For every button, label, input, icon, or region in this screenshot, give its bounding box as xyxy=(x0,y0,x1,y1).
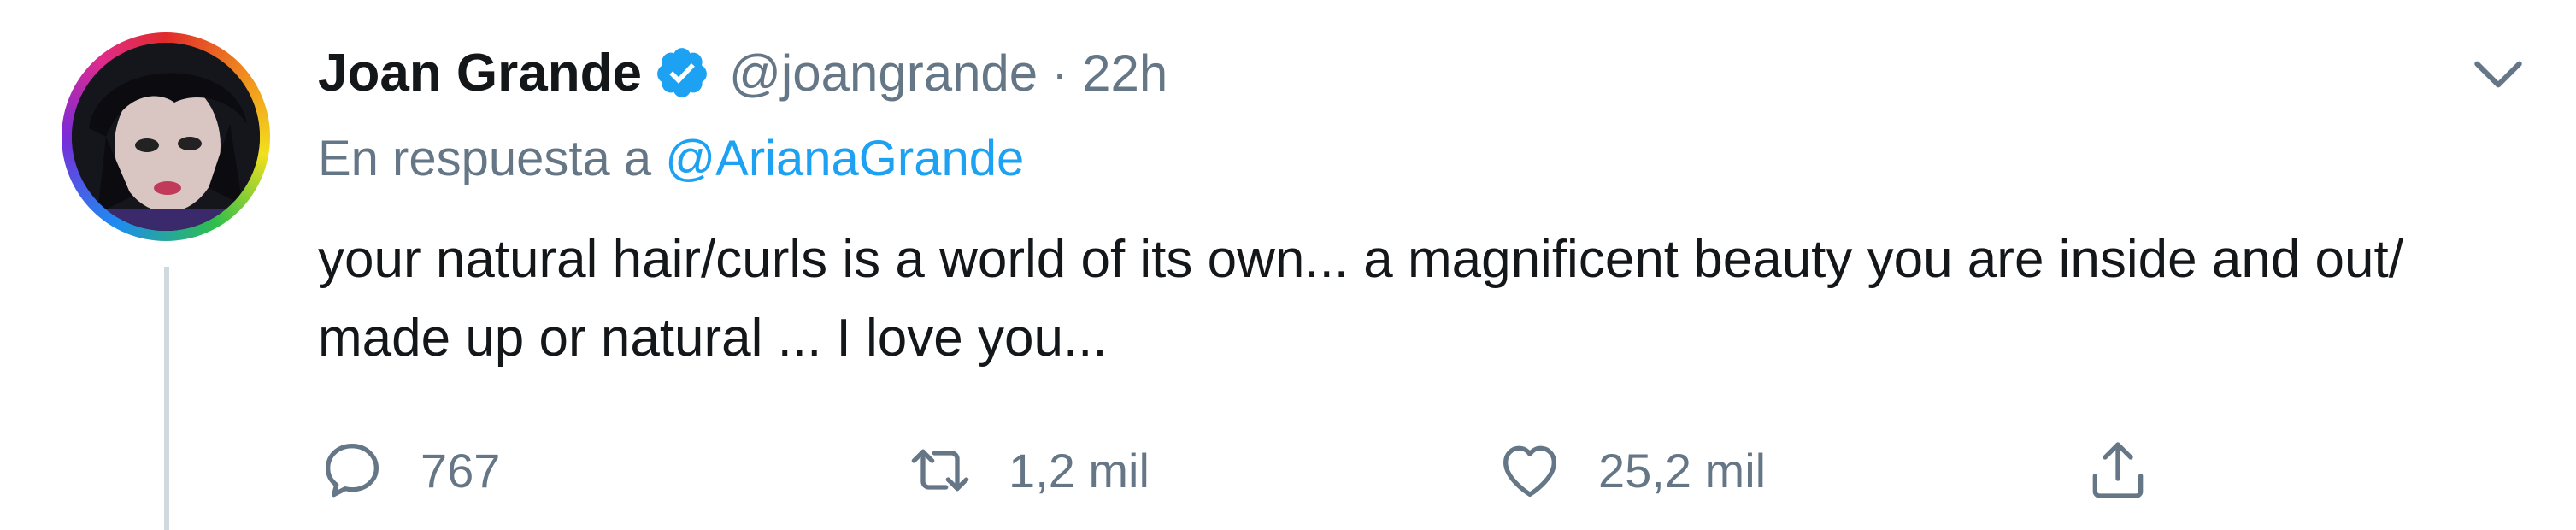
like-count: 25,2 mil xyxy=(1598,443,1767,498)
chevron-down-icon[interactable] xyxy=(2467,43,2530,106)
tweet-actions: 767 1,2 mil 25,2 mil xyxy=(318,427,2369,513)
like-button[interactable]: 25,2 mil xyxy=(1496,427,1766,513)
author-handle[interactable]: @joangrande xyxy=(729,44,1038,103)
avatar[interactable] xyxy=(62,32,270,241)
separator-dot: · xyxy=(1051,44,1069,102)
tweet-text: your natural hair/curls is a world of it… xyxy=(318,230,2403,368)
avatar-image xyxy=(72,43,260,231)
share-icon xyxy=(2092,442,2144,498)
like-icon xyxy=(1503,445,1556,497)
thread-line xyxy=(164,267,169,530)
share-button[interactable] xyxy=(2084,427,2152,513)
reply-context: En respuesta a @ArianaGrande xyxy=(318,130,1024,187)
tweet-time[interactable]: 22h xyxy=(1082,44,1167,103)
retweet-count: 1,2 mil xyxy=(1009,443,1150,498)
retweet-button[interactable]: 1,2 mil xyxy=(906,427,1150,513)
reply-prefix: En respuesta a xyxy=(318,131,652,186)
retweet-icon xyxy=(911,449,969,492)
tweet-header: Joan Grande @joangrande · 22h xyxy=(318,34,1167,111)
reply-mention-link[interactable]: @ArianaGrande xyxy=(665,131,1024,186)
reply-icon xyxy=(326,444,379,498)
reply-button[interactable]: 767 xyxy=(318,427,500,513)
verified-badge-icon xyxy=(657,48,707,97)
author-name[interactable]: Joan Grande xyxy=(318,43,642,103)
reply-count: 767 xyxy=(421,443,501,498)
